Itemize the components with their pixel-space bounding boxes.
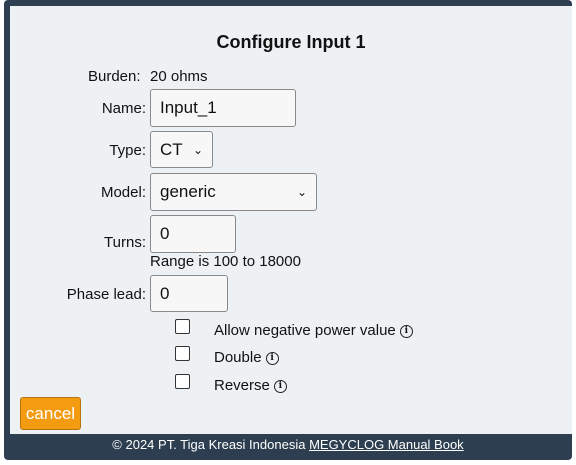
- turns-range-hint: Range is 100 to 18000: [150, 253, 301, 270]
- dialog-title: Configure Input 1: [216, 32, 366, 52]
- double-checkbox[interactable]: [175, 346, 190, 361]
- config-dialog: Configure Input 1 Burden: 20 ohms Name: …: [10, 6, 572, 434]
- reverse-label: Reverse: [214, 377, 270, 394]
- chevron-down-icon: ⌄: [296, 185, 307, 199]
- type-label: Type:: [109, 142, 146, 159]
- double-option: Double i: [214, 349, 279, 366]
- turns-label: Turns:: [104, 234, 146, 251]
- reverse-option: Reverse i: [214, 377, 287, 394]
- chevron-down-icon: ⌄: [192, 142, 203, 157]
- info-icon[interactable]: i: [265, 351, 279, 365]
- turns-input[interactable]: 0: [150, 215, 236, 253]
- footer: © 2024 PT. Tiga Kreasi Indonesia MEGYCLO…: [4, 437, 572, 452]
- allow-negative-checkbox[interactable]: [175, 319, 190, 334]
- burden-value: 20 ohms: [150, 68, 208, 85]
- model-label: Model:: [100, 184, 146, 201]
- manual-book-link[interactable]: MEGYCLOG Manual Book: [309, 437, 464, 452]
- model-select[interactable]: generic ⌄: [150, 173, 317, 211]
- double-label: Double: [214, 349, 262, 366]
- reverse-checkbox[interactable]: [175, 374, 190, 389]
- phase-lead-input[interactable]: 0: [150, 275, 228, 312]
- allow-negative-label: Allow negative power value: [214, 322, 396, 339]
- app-frame: Configure Input 1 Burden: 20 ohms Name: …: [4, 0, 572, 460]
- burden-label: Burden:: [88, 68, 141, 85]
- allow-negative-option: Allow negative power value i: [214, 322, 413, 339]
- phase-lead-label: Phase lead:: [66, 286, 146, 303]
- model-select-value: generic: [160, 182, 216, 201]
- name-label: Name:: [101, 100, 146, 117]
- type-select[interactable]: CT ⌄: [150, 131, 213, 168]
- type-select-value: CT: [160, 139, 183, 159]
- cancel-button[interactable]: cancel: [20, 397, 81, 430]
- name-input[interactable]: Input_1: [150, 89, 296, 127]
- info-icon[interactable]: i: [399, 324, 413, 338]
- info-icon[interactable]: i: [273, 379, 287, 393]
- footer-copyright: © 2024 PT. Tiga Kreasi Indonesia: [112, 437, 306, 452]
